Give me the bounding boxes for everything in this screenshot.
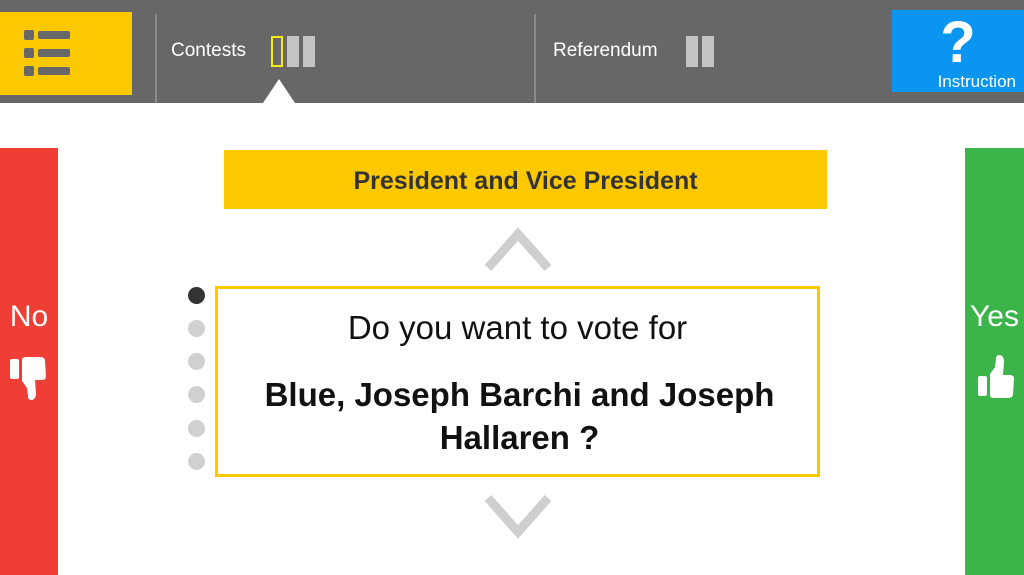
pagination-dot[interactable] [188,453,205,470]
pagination-dot[interactable] [188,320,205,337]
pagination-dot[interactable] [188,386,205,403]
candidate-card: Do you want to vote for Blue, Joseph Bar… [215,286,820,477]
candidate-name: Blue, Joseph Barchi and Joseph Hallaren … [264,376,775,456]
pagination-dot[interactable] [188,420,205,437]
pagination-dot[interactable] [188,353,205,370]
progress-bar [686,36,698,67]
list-icon [24,30,70,76]
question-mark-icon: ? [940,10,976,75]
candidate-pagination [188,287,206,473]
progress-bar [303,36,315,67]
tab-contests-label: Contests [171,40,246,61]
chevron-down-icon[interactable] [484,494,552,540]
referendum-progress [686,36,714,67]
active-tab-pointer [263,79,295,103]
menu-button[interactable] [0,12,132,95]
vote-prompt: Do you want to vote for [347,309,688,346]
chevron-up-icon[interactable] [484,226,552,272]
yes-label: Yes [970,300,1019,333]
tab-referendum-label: Referendum [553,40,658,61]
no-label: No [9,300,49,333]
thumbs-up-icon [978,355,1014,398]
instruction-label: Instruction [937,72,1016,91]
top-bar: Contests Referendum ? Instruction [0,0,1024,103]
pagination-dot-active[interactable] [188,287,205,304]
progress-bar-current [271,36,283,67]
contest-title: President and Vice President [224,150,827,209]
instruction-button[interactable]: ? Instruction [892,10,1024,92]
yes-button[interactable]: Yes [965,148,1024,575]
contests-progress [271,36,315,67]
tab-referendum[interactable]: Referendum [536,0,886,103]
progress-bar [287,36,299,67]
thumbs-down-icon [10,357,46,400]
tab-contests[interactable]: Contests [158,0,534,103]
divider [155,14,157,103]
no-button[interactable]: No [0,148,58,575]
progress-bar [702,36,714,67]
